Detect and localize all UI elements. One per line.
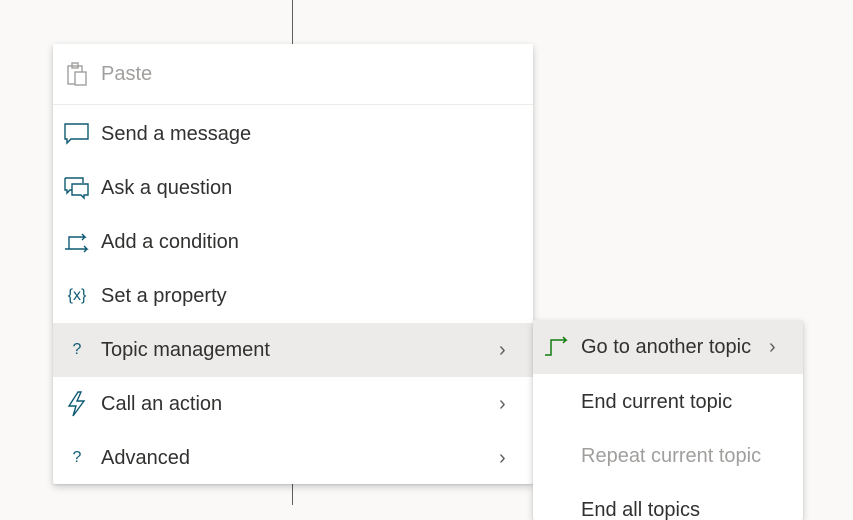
- menu-item-label: Advanced: [101, 447, 499, 470]
- condition-icon: [64, 229, 90, 255]
- message-icon: [64, 121, 90, 147]
- canvas-connector-line: [292, 0, 293, 44]
- clipboard-icon: [64, 61, 90, 87]
- topic-management-submenu: Go to another topic › End current topic …: [533, 320, 803, 520]
- chevron-right-icon: ›: [769, 336, 789, 359]
- redirect-icon: [544, 334, 570, 360]
- add-node-menu: Paste Send a message Ask a question Add …: [53, 44, 533, 484]
- submenu-item-end-current-topic[interactable]: End current topic: [533, 375, 803, 429]
- menu-item-label: Call an action: [101, 393, 499, 416]
- menu-item-paste: Paste: [53, 47, 533, 101]
- menu-item-send-message[interactable]: Send a message: [53, 107, 533, 161]
- blank-icon: [544, 497, 570, 520]
- chevron-right-icon: ›: [499, 447, 519, 470]
- submenu-item-repeat-current-topic: Repeat current topic: [533, 429, 803, 483]
- submenu-item-go-to-topic[interactable]: Go to another topic ›: [533, 320, 803, 374]
- menu-item-label: Paste: [101, 63, 533, 86]
- menu-item-label: Repeat current topic: [581, 445, 803, 468]
- menu-item-label: Send a message: [101, 123, 533, 146]
- menu-item-label: Topic management: [101, 339, 499, 362]
- menu-item-add-condition[interactable]: Add a condition: [53, 215, 533, 269]
- menu-item-call-action[interactable]: Call an action ›: [53, 377, 533, 431]
- question-chat-icon: [64, 175, 90, 201]
- chevron-right-icon: ›: [499, 339, 519, 362]
- submenu-item-end-all-topics[interactable]: End all topics: [533, 483, 803, 520]
- menu-item-advanced[interactable]: ? Advanced ›: [53, 431, 533, 485]
- canvas-connector-line: [292, 484, 293, 505]
- menu-divider: [53, 104, 533, 105]
- advanced-icon: ?: [64, 445, 90, 471]
- menu-item-label: Ask a question: [101, 177, 533, 200]
- menu-item-label: End all topics: [581, 499, 803, 520]
- topic-icon: ?: [64, 337, 90, 363]
- menu-item-label: Set a property: [101, 285, 533, 308]
- menu-item-label: Go to another topic: [581, 336, 769, 359]
- blank-icon: [544, 389, 570, 415]
- menu-item-topic-management[interactable]: ? Topic management ›: [53, 323, 533, 377]
- lightning-icon: [64, 391, 90, 417]
- menu-item-label: End current topic: [581, 391, 803, 414]
- chevron-right-icon: ›: [499, 393, 519, 416]
- variable-icon: {x}: [64, 283, 90, 309]
- blank-icon: [544, 443, 570, 469]
- menu-item-set-property[interactable]: {x} Set a property: [53, 269, 533, 323]
- menu-item-ask-question[interactable]: Ask a question: [53, 161, 533, 215]
- menu-item-label: Add a condition: [101, 231, 533, 254]
